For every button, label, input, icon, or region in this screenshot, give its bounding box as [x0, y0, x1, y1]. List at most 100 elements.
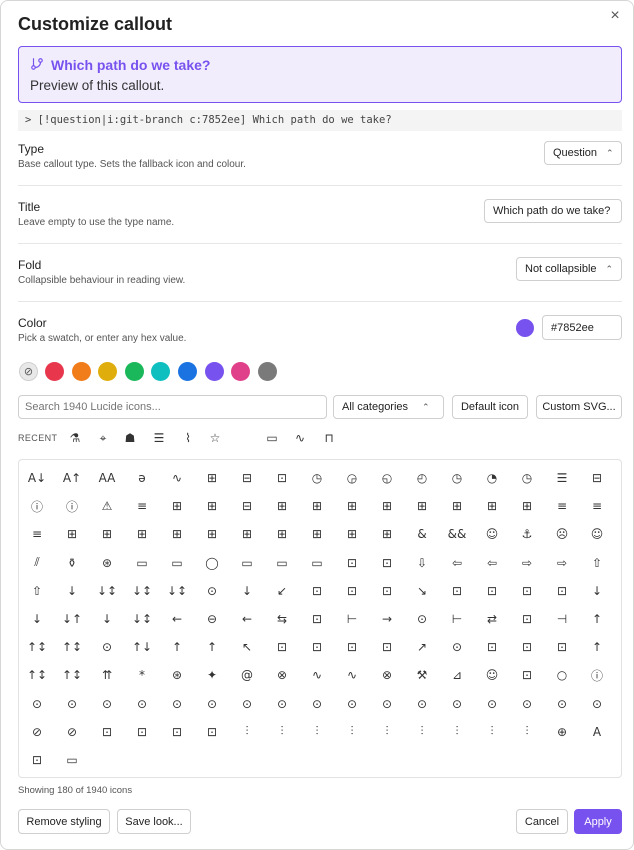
album-icon[interactable]: ⊟ — [582, 465, 612, 491]
icon-search-input[interactable] — [18, 395, 327, 419]
badge-indian-rupee-icon[interactable]: ⊙ — [197, 691, 227, 717]
badge-cent-icon[interactable]: ⊙ — [22, 691, 52, 717]
alarm-clock-icon[interactable]: ◶ — [337, 465, 367, 491]
badge-russian-ruble-icon[interactable]: ⊙ — [477, 691, 507, 717]
astroid-icon[interactable]: ✦ — [197, 662, 227, 688]
category-select[interactable]: All categories ⌃ — [333, 395, 444, 419]
arrow-up-down-icon[interactable]: ↑↓ — [127, 634, 157, 660]
align-end-vertical-icon[interactable]: ⊞ — [267, 493, 297, 519]
angry-icon[interactable]: ☹ — [547, 521, 577, 547]
align-center-icon[interactable]: ≡ — [127, 493, 157, 519]
alert-triangle-icon[interactable]: ⚠ — [92, 493, 122, 519]
alarm-minus-icon[interactable]: ◔ — [477, 465, 507, 491]
balloon-icon[interactable]: ⊘ — [57, 719, 87, 745]
alert-octagon-icon[interactable]: ⓘ — [57, 493, 87, 519]
barcode-icon[interactable]: ⊕ — [547, 719, 577, 745]
align-horizontal-distribute-center-icon[interactable]: ⊞ — [302, 493, 332, 519]
arrow-up-z-a-icon[interactable]: ↑↕ — [57, 662, 87, 688]
air-vent-icon[interactable]: ⊟ — [232, 465, 262, 491]
arrow-up-circle-icon[interactable]: ⊙ — [92, 634, 122, 660]
alarm-clock-plus-icon[interactable]: ◷ — [442, 465, 472, 491]
annoyed-icon[interactable]: ☺ — [582, 521, 612, 547]
airplay-icon[interactable]: ⊡ — [267, 465, 297, 491]
align-start-horizontal-icon[interactable]: ⊞ — [57, 521, 87, 547]
ampersands-icon[interactable]: && — [442, 521, 472, 547]
arrow-down-left-icon[interactable]: ↙ — [267, 578, 297, 604]
color-swatch[interactable] — [45, 362, 64, 381]
arrow-up-left-from-circle-icon[interactable]: ⊡ — [267, 634, 297, 660]
arrow-left-right-icon[interactable]: ⇆ — [267, 606, 297, 632]
amphora-icon[interactable]: ☺ — [477, 521, 507, 547]
arrow-down-icon[interactable]: ↓ — [57, 578, 87, 604]
default-icon-button[interactable]: Default icon — [452, 395, 528, 419]
custom-svg-button[interactable]: Custom SVG... — [536, 395, 622, 419]
align-horizontal-distribute-start-icon[interactable]: ⊞ — [372, 493, 402, 519]
align-horizontal-space-around-icon[interactable]: ⊞ — [512, 493, 542, 519]
arrow-down-to-dot-icon[interactable]: ↓ — [582, 578, 612, 604]
align-start-vertical-icon[interactable]: ⊞ — [92, 521, 122, 547]
arrow-left-icon[interactable]: ← — [162, 606, 192, 632]
arrow-down-circle-icon[interactable]: ⊙ — [197, 578, 227, 604]
arrow-down-left-from-square-icon[interactable]: ⊡ — [337, 578, 367, 604]
arrow-big-right-icon[interactable]: ⇨ — [512, 550, 542, 576]
apple-icon[interactable]: ◯ — [197, 550, 227, 576]
badge-info-icon[interactable]: ⊙ — [232, 691, 262, 717]
banknote-icon[interactable]: ⊡ — [197, 719, 227, 745]
arrow-up-right-square-icon[interactable]: ⊡ — [512, 634, 542, 660]
bar-chart-2-icon[interactable]: ⫶ — [372, 719, 402, 745]
no-color-swatch[interactable]: ⊘ — [19, 362, 38, 381]
badge-icon[interactable]: ○ — [547, 662, 577, 688]
star-icon[interactable]: ☆ — [208, 431, 222, 445]
arrow-left-from-line-icon[interactable]: ← — [232, 606, 262, 632]
cancel-button[interactable]: Cancel — [516, 809, 568, 834]
battery-icon[interactable]: ▭ — [57, 747, 87, 773]
baby-icon[interactable]: ☺ — [477, 662, 507, 688]
arrow-down-a-z-icon[interactable]: ↓↕ — [162, 578, 192, 604]
badge-japanese-yen-icon[interactable]: ⊙ — [267, 691, 297, 717]
align-horizontal-justify-center-icon[interactable]: ⊞ — [407, 493, 437, 519]
badge-dollar-sign-icon[interactable]: ⊙ — [92, 691, 122, 717]
arrow-left-to-line-icon[interactable]: ⊢ — [337, 606, 367, 632]
align-horizontal-justify-start-icon[interactable]: ⊞ — [477, 493, 507, 519]
arrow-up-left-icon[interactable]: ↖ — [232, 634, 262, 660]
arrow-up-wide-narrow-icon[interactable]: ↑↕ — [22, 662, 52, 688]
arrow-big-left-dash-icon[interactable]: ⇦ — [477, 550, 507, 576]
align-horizontal-justify-end-icon[interactable]: ⊞ — [442, 493, 472, 519]
ambulance-icon[interactable]: ⊞ — [372, 521, 402, 547]
arrow-right-square-icon[interactable]: ⊡ — [512, 606, 542, 632]
audio-lines-icon[interactable]: ∿ — [302, 662, 332, 688]
color-swatch[interactable] — [98, 362, 118, 381]
arrow-up-right-from-circle-icon[interactable]: ⊙ — [442, 634, 472, 660]
axis-3d-icon[interactable]: ⊿ — [442, 662, 472, 688]
align-vertical-distribute-end-icon[interactable]: ⊞ — [162, 521, 192, 547]
banknote-x-icon[interactable]: ⫶ — [302, 719, 332, 745]
a-large-small-icon[interactable]: AA — [92, 465, 122, 491]
armchair-icon[interactable]: ⊡ — [372, 550, 402, 576]
arrow-left-square-icon[interactable]: ⊡ — [302, 606, 332, 632]
align-vertical-space-around-icon[interactable]: ⊞ — [337, 521, 367, 547]
arrow-down-wide-narrow-icon[interactable]: ↓ — [92, 606, 122, 632]
arrow-down-right-from-square-icon[interactable]: ⊡ — [477, 578, 507, 604]
anchor-icon[interactable]: ⚓ — [512, 521, 542, 547]
arrow-right-icon[interactable]: → — [372, 606, 402, 632]
arrow-up-right-from-square-icon[interactable]: ⊡ — [477, 634, 507, 660]
close-icon[interactable]: × — [607, 8, 623, 24]
badge-euro-icon[interactable]: ⊙ — [127, 691, 157, 717]
bar-chart-horizontal-icon[interactable]: ⫶ — [512, 719, 542, 745]
arrow-right-left-icon[interactable]: ⇄ — [477, 606, 507, 632]
arrow-down-left-from-circle-icon[interactable]: ⊡ — [302, 578, 332, 604]
alarm-clock-check-icon[interactable]: ◷ — [302, 465, 332, 491]
bar-chart-3-icon[interactable]: ⫶ — [407, 719, 437, 745]
color-swatch[interactable] — [257, 362, 277, 381]
alarm-clock-off-icon[interactable]: ◴ — [407, 465, 437, 491]
bar-chart-big-icon[interactable]: ⫶ — [477, 719, 507, 745]
arrows-up-from-line-icon[interactable]: ⇈ — [92, 662, 122, 688]
bath-icon[interactable]: ⊡ — [22, 747, 52, 773]
color-swatch[interactable] — [151, 362, 171, 381]
anvil-icon[interactable]: ⚱ — [57, 550, 87, 576]
arrow-up-right-icon[interactable]: ↗ — [407, 634, 437, 660]
arrow-up-to-line-icon[interactable]: ↑ — [582, 634, 612, 660]
alarm-plus-icon[interactable]: ◷ — [512, 465, 542, 491]
arrow-down-0-1-icon[interactable]: ↓↕ — [92, 578, 122, 604]
archive-restore-icon[interactable]: ▭ — [267, 550, 297, 576]
